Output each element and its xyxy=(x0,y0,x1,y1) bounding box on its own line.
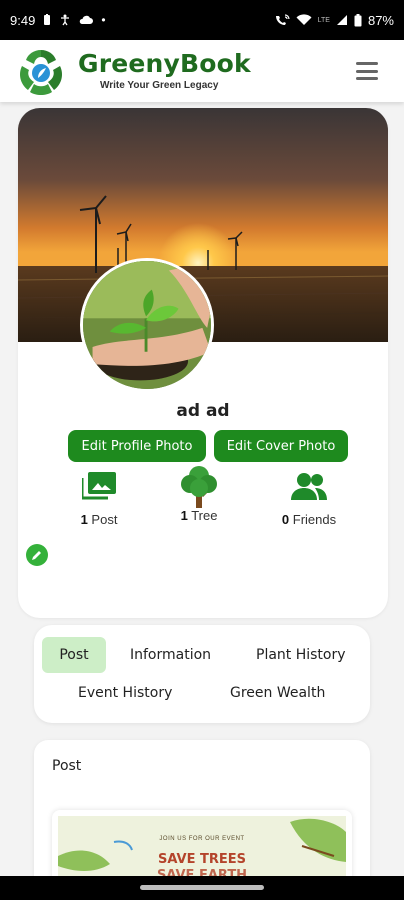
status-bar: 9:49 • LTE 87% xyxy=(0,0,404,40)
hamburger-menu-button[interactable] xyxy=(356,62,378,80)
battery-saver-icon xyxy=(44,14,51,25)
profile-avatar[interactable] xyxy=(80,258,214,392)
tab-green-wealth[interactable]: Green Wealth xyxy=(230,685,325,701)
menu-bar-icon xyxy=(356,69,378,73)
app-title: GreenyBook xyxy=(78,49,251,78)
edit-bio-button[interactable] xyxy=(26,544,48,566)
system-nav-bar xyxy=(0,876,404,900)
stat-friends-count: 0 xyxy=(281,512,290,527)
notification-dot-icon: • xyxy=(101,13,106,27)
stat-trees-count: 1 xyxy=(180,508,188,523)
stat-trees-label: Tree xyxy=(191,508,218,523)
accessibility-icon xyxy=(61,14,70,26)
stat-friends-label: Friends xyxy=(292,512,337,527)
cloud-icon xyxy=(80,15,94,24)
tab-information[interactable]: Information xyxy=(130,647,211,663)
status-time: 9:49 xyxy=(10,12,36,28)
profile-username: ad ad xyxy=(176,401,230,421)
tab-event-history[interactable]: Event History xyxy=(78,685,172,701)
poster-line-2: SAVE TREES xyxy=(157,852,246,867)
wifi-calling-icon xyxy=(275,14,290,25)
photo-library-icon xyxy=(82,472,116,500)
app-tagline: Write Your Green Legacy xyxy=(100,80,219,91)
stat-trees[interactable]: 1 Tree xyxy=(144,466,254,523)
wifi-icon xyxy=(296,14,312,25)
network-type: LTE xyxy=(317,16,330,24)
battery-icon xyxy=(354,13,362,26)
stat-posts-label: Post xyxy=(91,512,118,527)
pencil-icon xyxy=(32,551,41,560)
profile-card: ad ad Edit Profile Photo Edit Cover Phot… xyxy=(18,108,388,618)
battery-percent: 87% xyxy=(367,12,394,28)
app-header: GreenyBook Write Your Green Legacy xyxy=(0,40,404,102)
friends-icon xyxy=(291,473,327,500)
stat-friends[interactable]: 0 Friends xyxy=(254,468,364,527)
post-section-title: Post xyxy=(52,758,82,774)
profile-tabs: Post Information Plant History Event His… xyxy=(34,625,370,723)
edit-profile-photo-button[interactable]: Edit Profile Photo xyxy=(68,430,206,462)
poster-line-1: JOIN US FOR OUR EVENT xyxy=(159,836,245,842)
stat-posts[interactable]: 1 Post xyxy=(44,468,154,527)
signal-icon xyxy=(336,15,347,25)
home-gesture-handle[interactable] xyxy=(140,885,264,890)
tab-plant-history[interactable]: Plant History xyxy=(256,647,346,663)
menu-bar-icon xyxy=(356,77,378,80)
edit-cover-photo-button[interactable]: Edit Cover Photo xyxy=(214,430,348,462)
tab-post[interactable]: Post xyxy=(42,637,106,673)
menu-bar-icon xyxy=(356,62,378,65)
tree-icon xyxy=(181,466,217,508)
stat-posts-count: 1 xyxy=(80,512,88,527)
greenybook-logo[interactable] xyxy=(14,44,68,98)
